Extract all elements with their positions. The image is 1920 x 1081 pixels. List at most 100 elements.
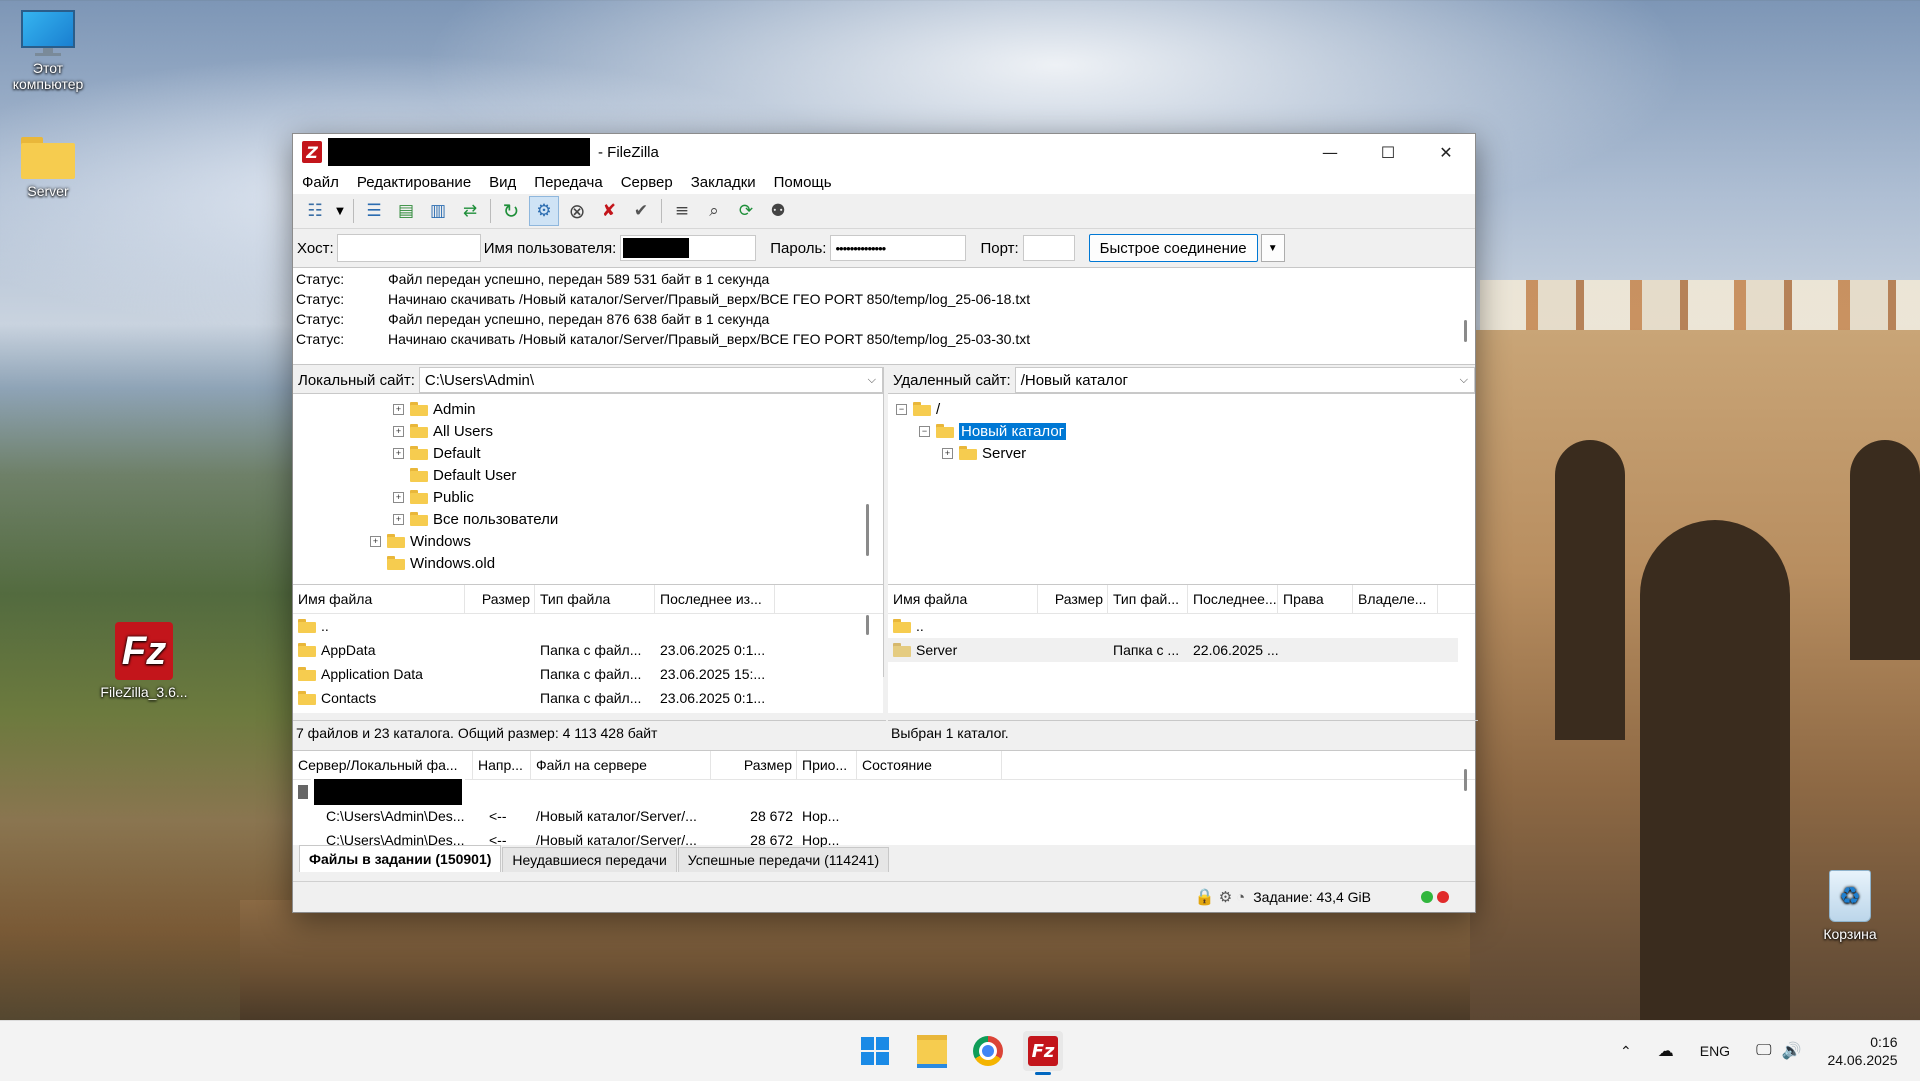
onedrive-icon[interactable]: ☁ [1658, 1041, 1674, 1061]
column-remote-file[interactable]: Файл на сервере [531, 751, 711, 779]
tree-item[interactable]: + Public [393, 486, 474, 508]
desktop-icon-recycle-bin[interactable]: ♻ Корзина [1802, 870, 1898, 942]
expand-icon[interactable]: + [393, 425, 404, 437]
queue-server-row[interactable] [293, 776, 1475, 808]
clock[interactable]: 0:16 24.06.2025 [1827, 1033, 1897, 1069]
column-status[interactable]: Состояние [857, 751, 1002, 779]
remote-path-input[interactable]: /Новый каталог ⌵ [1014, 367, 1475, 393]
tree-item[interactable]: Default User [393, 464, 516, 486]
expand-icon[interactable]: + [393, 447, 404, 459]
tree-item[interactable]: + Admin [393, 398, 476, 420]
menu-file[interactable]: Файл [293, 174, 348, 191]
local-path-input[interactable]: C:\Users\Admin\ ⌵ [418, 367, 883, 393]
column-type[interactable]: Тип файла [535, 585, 655, 613]
minimize-button[interactable]: — [1301, 134, 1359, 170]
column-name[interactable]: Имя файла [293, 585, 465, 613]
process-queue-icon[interactable]: ⚙ [529, 196, 559, 226]
tree-item[interactable]: + Server [942, 442, 1026, 464]
column-name[interactable]: Имя файла [888, 585, 1038, 613]
column-modified[interactable]: Последнее... [1188, 585, 1278, 613]
menu-edit[interactable]: Редактирование [348, 174, 480, 191]
toggle-queue-icon[interactable]: ⇄ [456, 197, 484, 225]
menu-transfer[interactable]: Передача [525, 174, 611, 191]
queue-scrollbar[interactable] [1464, 769, 1467, 791]
toggle-log-icon[interactable]: ☰ [360, 197, 388, 225]
tab-queued-files[interactable]: Файлы в задании (150901) [299, 845, 502, 872]
site-manager-icon[interactable]: ☷ [301, 197, 329, 225]
menu-server[interactable]: Сервер [612, 174, 682, 191]
tab-successful-transfers[interactable]: Успешные передачи (114241) [677, 847, 890, 872]
chevron-down-icon[interactable]: ⌵ [1460, 374, 1468, 387]
chevron-up-icon[interactable]: ⌃ [1620, 1043, 1632, 1060]
toggle-remote-tree-icon[interactable]: ▥ [424, 197, 452, 225]
column-modified[interactable]: Последнее из... [655, 585, 775, 613]
tree-item[interactable]: − Новый каталог [919, 420, 1067, 442]
expand-icon[interactable]: + [370, 535, 381, 547]
tree-item[interactable]: + Windows [370, 530, 471, 552]
expand-icon[interactable]: + [393, 403, 404, 415]
collapse-icon[interactable]: − [896, 403, 907, 415]
filezilla-taskbar-icon[interactable]: Fz [1023, 1031, 1063, 1075]
column-size[interactable]: Размер [1038, 585, 1108, 613]
reconnect-icon[interactable]: ✔ [627, 197, 655, 225]
column-priority[interactable]: Прио... [797, 751, 857, 779]
table-row[interactable]: AppData Папка с файл... 23.06.2025 0:1... [293, 638, 883, 662]
log-scrollbar[interactable] [1464, 320, 1467, 342]
column-size[interactable]: Размер [465, 585, 535, 613]
volume-icon[interactable]: 🔊 [1782, 1041, 1802, 1061]
tree-item[interactable]: Windows.old [370, 552, 495, 574]
site-manager-dropdown-icon[interactable]: ▼ [333, 197, 347, 225]
password-input[interactable]: •••••••••••••• [830, 235, 967, 261]
expand-icon[interactable]: + [393, 513, 404, 525]
toggle-local-tree-icon[interactable]: ▤ [392, 197, 420, 225]
table-row[interactable]: .. [888, 614, 1475, 638]
tree-item[interactable]: + Default [393, 442, 481, 464]
title-bar[interactable]: Z - FileZilla — ☐ ✕ [293, 134, 1475, 170]
sync-browse-icon[interactable]: ⟳ [732, 197, 760, 225]
local-list-scrollbar[interactable] [866, 615, 869, 635]
desktop-icon-this-pc[interactable]: Этот компьютер [0, 10, 96, 92]
desktop-icon-server[interactable]: Server [0, 137, 96, 199]
tab-failed-transfers[interactable]: Неудавшиеся передачи [502, 847, 677, 872]
expand-icon[interactable]: + [942, 447, 953, 459]
local-tree-scrollbar[interactable] [866, 504, 869, 556]
maximize-button[interactable]: ☐ [1359, 134, 1417, 170]
quickconnect-dropdown-icon[interactable]: ▼ [1260, 234, 1285, 262]
column-size[interactable]: Размер [711, 751, 797, 779]
port-input[interactable] [1022, 235, 1075, 261]
speed-limit-icon[interactable]: ◔ [1236, 889, 1245, 906]
search-icon[interactable]: ⚉ [764, 197, 792, 225]
table-row[interactable]: Contacts Папка с файл... 23.06.2025 0:1... [293, 686, 883, 710]
expand-icon[interactable]: + [393, 491, 404, 503]
close-button[interactable]: ✕ [1417, 134, 1475, 170]
chrome-icon[interactable] [968, 1031, 1008, 1071]
table-row[interactable]: .. [293, 614, 883, 638]
tree-item[interactable]: − / [896, 398, 940, 420]
menu-view[interactable]: Вид [480, 174, 525, 191]
cancel-operation-icon[interactable]: ⊗ [563, 197, 591, 225]
table-row[interactable]: Application Data Папка с файл... 23.06.202… [293, 662, 883, 686]
host-input[interactable] [336, 234, 481, 262]
column-permissions[interactable]: Права [1278, 585, 1353, 613]
tree-item[interactable]: + All Users [393, 420, 493, 442]
language-indicator[interactable]: ENG [1700, 1043, 1730, 1059]
desktop-icon-filezilla[interactable]: Fz FileZilla_3.6... [94, 622, 194, 700]
quickconnect-button[interactable]: Быстрое соединение [1088, 234, 1258, 262]
disconnect-icon[interactable]: ✘ [595, 197, 623, 225]
network-icon[interactable]: 🖵 [1756, 1042, 1771, 1060]
menu-bookmarks[interactable]: Закладки [682, 174, 765, 191]
refresh-icon[interactable]: ↻ [497, 197, 525, 225]
column-type[interactable]: Тип фай... [1108, 585, 1188, 613]
collapse-icon[interactable]: − [919, 425, 930, 437]
queue-row[interactable]: C:\Users\Admin\Des... <-- /Новый каталог… [293, 804, 1475, 828]
start-icon[interactable] [855, 1031, 895, 1071]
username-input[interactable] [620, 235, 757, 261]
file-explorer-icon[interactable] [912, 1031, 952, 1071]
column-owner[interactable]: Владеле... [1353, 585, 1438, 613]
column-direction[interactable]: Напр... [473, 751, 531, 779]
menu-help[interactable]: Помощь [765, 174, 841, 191]
table-row[interactable]: Server Папка с ... 22.06.2025 ... [888, 638, 1458, 662]
tree-item[interactable]: + Все пользователи [393, 508, 558, 530]
compare-icon[interactable]: ⌕ [700, 197, 728, 225]
column-server-local[interactable]: Сервер/Локальный фа... [293, 751, 473, 779]
